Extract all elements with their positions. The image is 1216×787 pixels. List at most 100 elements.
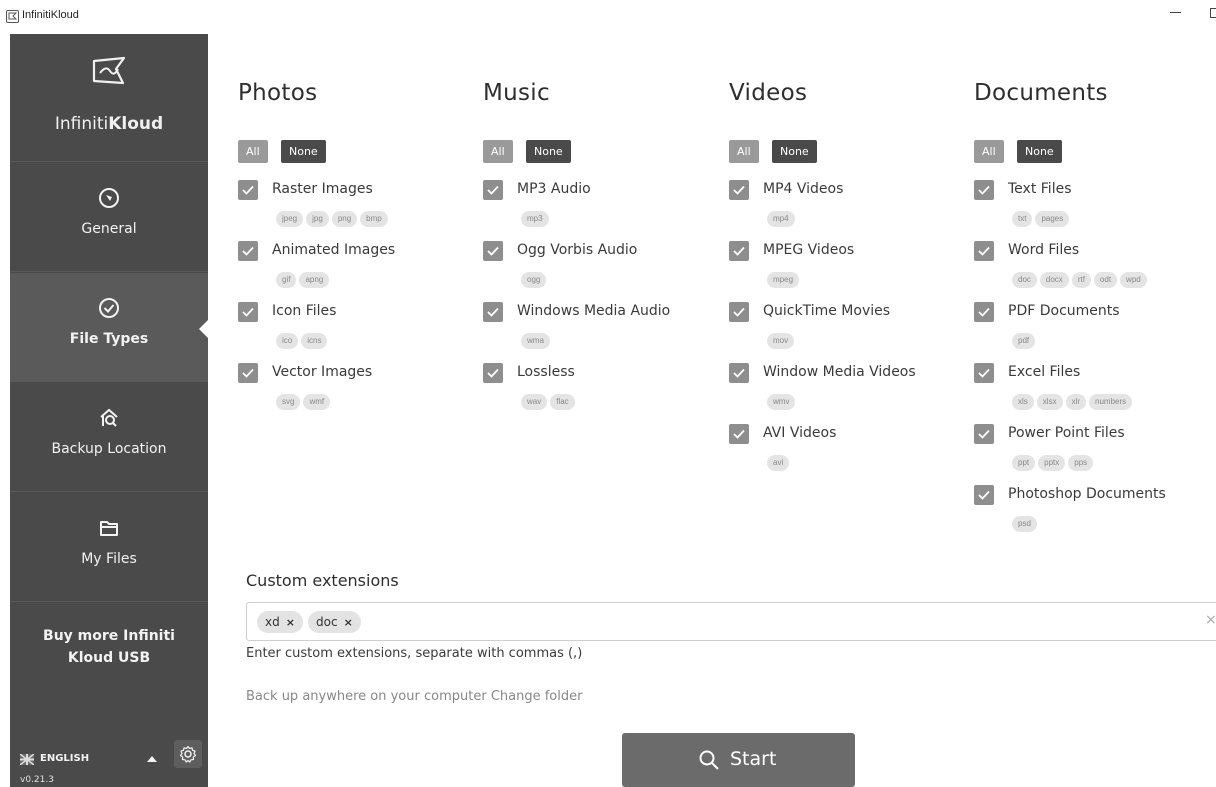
file-type-row[interactable]: MP4 Videos mp4	[729, 180, 969, 236]
sidebar-item-my-files[interactable]: My Files	[10, 493, 208, 602]
sidebar-item-backup-location[interactable]: Backup Location	[10, 383, 208, 492]
extension-tag: xd ×	[257, 611, 303, 633]
extension-pill: psd	[1012, 516, 1037, 532]
custom-extensions-hint: Enter custom extensions, separate with c…	[246, 646, 583, 661]
remove-tag-icon[interactable]: ×	[344, 616, 353, 629]
uk-flag-icon	[20, 754, 34, 765]
sidebar-item-label: My Files	[81, 551, 137, 567]
custom-extensions-input[interactable]: xd × doc × ×	[246, 602, 1216, 641]
clear-input-icon[interactable]: ×	[1205, 612, 1216, 628]
extension-pill: ppt	[1012, 455, 1036, 471]
file-type-checkbox[interactable]	[729, 363, 749, 383]
file-type-label: Window Media Videos	[763, 364, 916, 380]
file-type-row[interactable]: Raster Images jpeg jpg png bmp	[238, 180, 478, 236]
extension-pill: gif	[276, 272, 297, 288]
caret-up-icon[interactable]	[147, 756, 157, 762]
extension-list: wmv	[767, 389, 798, 410]
sidebar-item-label: File Types	[69, 331, 149, 347]
sidebar-item-general[interactable]: General	[10, 163, 208, 272]
file-type-row[interactable]: AVI Videos avi	[729, 424, 969, 480]
language-selector[interactable]: ENGLISH	[40, 753, 89, 764]
language-bar: ENGLISH v0.21.3	[10, 734, 208, 787]
file-type-row[interactable]: Excel Files xls xlsx xlr numbers	[974, 363, 1214, 419]
file-type-checkbox[interactable]	[238, 180, 258, 200]
extension-pill: pptx	[1038, 455, 1066, 471]
file-type-checkbox[interactable]	[729, 302, 749, 322]
select-none-button[interactable]: None	[526, 140, 571, 163]
file-type-row[interactable]: QuickTime Movies mov	[729, 302, 969, 358]
extension-pill: pps	[1068, 455, 1094, 471]
minimize-button[interactable]	[1170, 12, 1181, 13]
buy-more-usb-link[interactable]: Buy more Infiniti Kloud USB	[10, 603, 208, 693]
extension-pill: xlsx	[1036, 394, 1063, 410]
checkmark-icon	[733, 185, 745, 195]
file-type-row[interactable]: Text Files txt pages	[974, 180, 1214, 236]
extension-pill: odt	[1093, 272, 1118, 288]
extension-list: svg wmf	[276, 389, 333, 410]
file-type-row[interactable]: Lossless wav flac	[483, 363, 723, 419]
change-folder-link[interactable]: Change folder	[491, 689, 583, 704]
backup-location-text: Back up anywhere on your computer	[246, 689, 487, 704]
file-type-row[interactable]: Power Point Files ppt pptx pps	[974, 424, 1214, 480]
file-type-checkbox[interactable]	[238, 302, 258, 322]
file-type-row[interactable]: Vector Images svg wmf	[238, 363, 478, 419]
file-type-row[interactable]: Windows Media Audio wma	[483, 302, 723, 358]
file-type-checkbox[interactable]	[974, 485, 994, 505]
file-type-checkbox[interactable]	[483, 241, 503, 261]
extension-pill: doc	[1012, 272, 1037, 288]
tag-label: doc	[316, 615, 338, 629]
file-type-row[interactable]: MPEG Videos mpeg	[729, 241, 969, 297]
folder-icon	[100, 521, 118, 536]
extension-pill: xls	[1012, 394, 1034, 410]
file-type-label: Raster Images	[272, 181, 373, 197]
file-type-row[interactable]: Animated Images gif apng	[238, 241, 478, 297]
select-all-button[interactable]: All	[974, 140, 1004, 163]
category-documents: Documents All None Text Files txt pages Wor…	[974, 80, 1204, 532]
file-type-checkbox[interactable]	[483, 363, 503, 383]
extension-pill: jpg	[306, 211, 329, 227]
extension-list: mov	[767, 328, 797, 349]
file-type-label: Lossless	[517, 364, 575, 380]
settings-button[interactable]	[174, 740, 202, 768]
file-type-checkbox[interactable]	[238, 363, 258, 383]
select-none-button[interactable]: None	[772, 140, 817, 163]
checkmark-icon	[242, 368, 254, 378]
select-all-button[interactable]: All	[483, 140, 513, 163]
compass-icon	[99, 188, 119, 208]
extension-pill: ico	[276, 333, 299, 349]
file-type-row[interactable]: PDF Documents pdf	[974, 302, 1214, 358]
file-type-checkbox[interactable]	[483, 180, 503, 200]
extension-list: ogg	[521, 267, 549, 288]
select-none-button[interactable]: None	[281, 140, 326, 163]
file-type-checkbox[interactable]	[974, 424, 994, 444]
select-none-button[interactable]: None	[1017, 140, 1062, 163]
file-type-row[interactable]: Photoshop Documents psd	[974, 485, 1214, 541]
file-type-row[interactable]: Ogg Vorbis Audio ogg	[483, 241, 723, 297]
maximize-button[interactable]	[1210, 8, 1216, 18]
file-type-label: MP4 Videos	[763, 181, 844, 197]
checkmark-icon	[242, 185, 254, 195]
select-all-button[interactable]: All	[238, 140, 268, 163]
file-type-checkbox[interactable]	[974, 363, 994, 383]
check-circle-icon	[99, 298, 119, 318]
file-type-checkbox[interactable]	[729, 424, 749, 444]
file-type-row[interactable]: Icon Files ico icns	[238, 302, 478, 358]
file-type-checkbox[interactable]	[974, 180, 994, 200]
sidebar-item-file-types[interactable]: File Types	[10, 273, 209, 382]
checkmark-icon	[733, 429, 745, 439]
file-type-checkbox[interactable]	[729, 180, 749, 200]
checkmark-icon	[978, 368, 990, 378]
file-type-row[interactable]: MP3 Audio mp3	[483, 180, 723, 236]
remove-tag-icon[interactable]: ×	[286, 616, 295, 629]
file-type-row[interactable]: Window Media Videos wmv	[729, 363, 969, 419]
file-type-checkbox[interactable]	[974, 241, 994, 261]
file-type-checkbox[interactable]	[974, 302, 994, 322]
file-type-checkbox[interactable]	[483, 302, 503, 322]
start-button[interactable]: Start	[622, 733, 855, 787]
checkmark-icon	[733, 307, 745, 317]
file-type-row[interactable]: Word Files doc docx rtf odt wpd	[974, 241, 1214, 297]
file-type-checkbox[interactable]	[238, 241, 258, 261]
select-all-button[interactable]: All	[729, 140, 759, 163]
file-type-label: Vector Images	[272, 364, 373, 380]
file-type-checkbox[interactable]	[729, 241, 749, 261]
